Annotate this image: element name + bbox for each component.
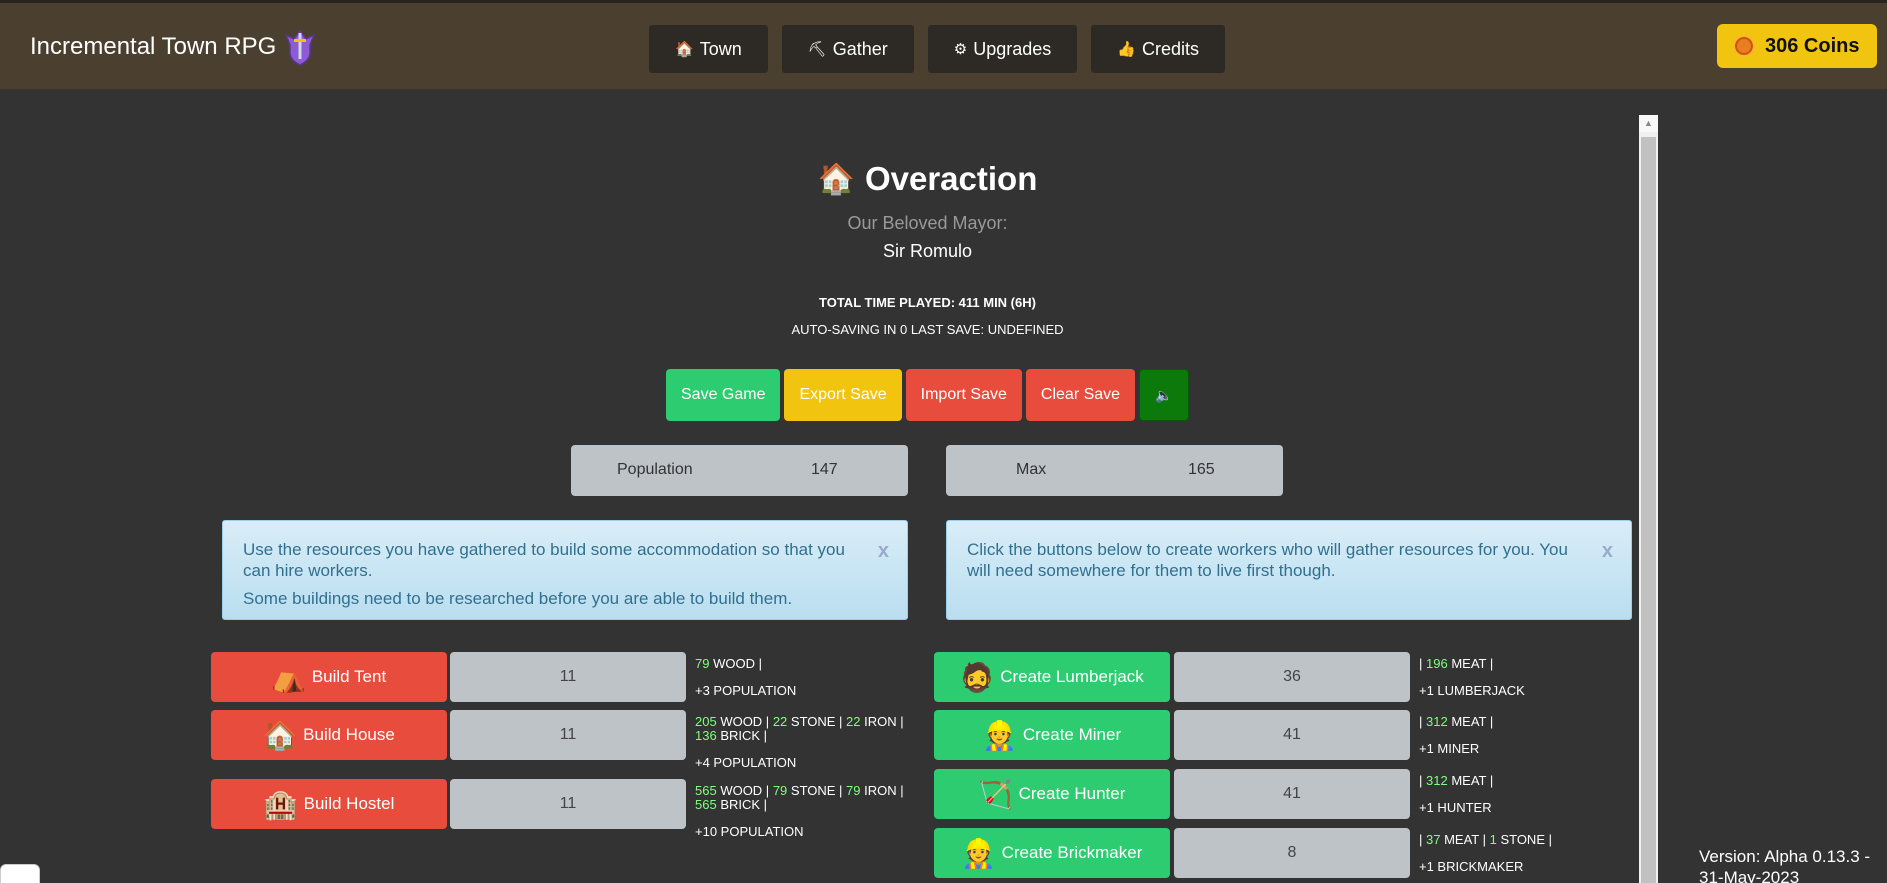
version-text: Version: Alpha 0.13.3 - 31-May-2023: [1699, 847, 1871, 883]
brand[interactable]: Incremental Town RPG: [30, 27, 320, 67]
house-icon: 🏠: [675, 41, 694, 58]
hunter-icon: 🏹: [978, 778, 1014, 810]
sound-toggle-button[interactable]: 🔈: [1139, 369, 1189, 421]
pickaxe-icon: ⛏: [807, 41, 827, 58]
save-game-button[interactable]: Save Game: [666, 369, 781, 421]
coins-badge: 306 Coins: [1717, 24, 1877, 68]
coin-icon: [1733, 35, 1755, 57]
build-tent-button[interactable]: ⛺ Build Tent: [211, 652, 447, 702]
speaker-icon: 🔈: [1155, 386, 1173, 403]
create-hunter-button[interactable]: 🏹 Create Hunter: [934, 769, 1170, 819]
buildings-info-alert: Use the resources you have gathered to b…: [222, 520, 908, 620]
miner-count: 41: [1174, 710, 1410, 760]
population-value: 147: [811, 461, 838, 478]
create-lumberjack-button[interactable]: 🧔 Create Lumberjack: [934, 652, 1170, 702]
scroll-up-arrow-icon[interactable]: ▲: [1639, 115, 1658, 132]
hunter-count: 41: [1174, 769, 1410, 819]
brickmaker-cost: | 37 MEAT | 1 STONE |: [1419, 832, 1552, 847]
hostel-icon: 🏨: [263, 788, 299, 820]
house-count: 11: [450, 710, 686, 760]
close-icon[interactable]: x: [1602, 541, 1613, 562]
house-cost: 205 WOOD | 22 STONE | 22 IRON | 136 BRIC…: [695, 714, 904, 743]
house-icon: 🏠: [262, 719, 298, 751]
corner-widget[interactable]: [0, 864, 40, 883]
house-icon: 🏠: [817, 162, 855, 196]
time-played: TOTAL TIME PLAYED: 411 MIN (6H): [819, 295, 1036, 310]
lumberjack-icon: 🧔: [959, 661, 995, 693]
house-effect: +4 POPULATION: [695, 755, 797, 770]
create-label: Create Miner: [1022, 725, 1122, 744]
hunter-effect: +1 HUNTER: [1419, 800, 1492, 815]
max-population-stat: Max 165: [946, 445, 1283, 496]
workers-info-alert: Click the buttons below to create worker…: [946, 520, 1632, 620]
autosave-status: AUTO-SAVING IN 0 LAST SAVE: UNDEFINED: [791, 322, 1064, 337]
build-house-button[interactable]: 🏠 Build House: [211, 710, 447, 760]
create-label: Create Brickmaker: [1001, 843, 1143, 862]
brickmaker-icon: 👷: [961, 837, 997, 869]
tent-count: 11: [450, 652, 686, 702]
max-value: 165: [1188, 461, 1215, 478]
create-brickmaker-button[interactable]: 👷 Create Brickmaker: [934, 828, 1170, 878]
alert-text: Some buildings need to be researched bef…: [243, 589, 793, 608]
create-label: Create Lumberjack: [1000, 667, 1144, 686]
build-label: Build Hostel: [303, 794, 395, 813]
hostel-effect: +10 POPULATION: [695, 824, 804, 839]
import-save-button[interactable]: Import Save: [905, 369, 1022, 421]
nav-credits-label: Credits: [1141, 38, 1199, 59]
brickmaker-count: 8: [1174, 828, 1410, 878]
population-label: Population: [617, 461, 693, 478]
lumberjack-cost: | 196 MEAT |: [1419, 656, 1494, 671]
clear-save-button[interactable]: Clear Save: [1025, 369, 1136, 421]
create-label: Create Hunter: [1018, 784, 1126, 803]
main-nav: 🏠 Town ⛏ Gather ⚙ Upgrades 👍 Credits: [649, 25, 1225, 73]
brand-title: Incremental Town RPG: [30, 33, 277, 60]
save-controls: Save Game Export Save Import Save Clear …: [666, 369, 1189, 421]
miner-icon: 👷: [982, 719, 1018, 751]
alert-text: Click the buttons below to create worker…: [967, 540, 1568, 580]
mayor-name: Sir Romulo: [882, 241, 973, 261]
mayor-label: Our Beloved Mayor:: [847, 213, 1008, 233]
nav-town[interactable]: 🏠 Town: [649, 25, 768, 73]
hunter-cost: | 312 MEAT |: [1419, 773, 1494, 788]
lumberjack-effect: +1 LUMBERJACK: [1419, 683, 1525, 698]
nav-upgrades-label: Upgrades: [973, 38, 1052, 59]
miner-effect: +1 MINER: [1419, 741, 1480, 756]
thumbs-up-icon: 👍: [1117, 41, 1136, 58]
build-label: Build House: [303, 725, 395, 744]
gear-icon: ⚙: [953, 41, 968, 58]
population-stat: Population 147: [571, 445, 908, 496]
top-navbar: Incremental Town RPG 🏠 Town ⛏ Gather ⚙ Upgr…: [0, 0, 1887, 89]
nav-gather[interactable]: ⛏ Gather: [781, 25, 914, 73]
brickmaker-effect: +1 BRICKMAKER: [1419, 859, 1524, 874]
tent-icon: ⛺: [271, 661, 307, 693]
town-title: 🏠 Overaction: [0, 160, 1855, 198]
build-hostel-button[interactable]: 🏨 Build Hostel: [211, 779, 447, 829]
hostel-count: 11: [450, 779, 686, 829]
alert-text: Use the resources you have gathered to b…: [243, 540, 845, 580]
tent-cost: 79 WOOD |: [695, 656, 762, 671]
nav-upgrades[interactable]: ⚙ Upgrades: [927, 25, 1078, 73]
miner-cost: | 312 MEAT |: [1419, 714, 1494, 729]
close-icon[interactable]: x: [878, 541, 889, 562]
town-name: Overaction: [864, 160, 1038, 197]
create-miner-button[interactable]: 👷 Create Miner: [934, 710, 1170, 760]
max-label: Max: [1016, 461, 1047, 478]
nav-town-label: Town: [699, 38, 742, 59]
coins-value: 306 Coins: [1765, 34, 1860, 57]
lumberjack-count: 36: [1174, 652, 1410, 702]
nav-gather-label: Gather: [832, 38, 888, 59]
shield-sword-logo-icon: [284, 29, 316, 66]
hostel-cost: 565 WOOD | 79 STONE | 79 IRON | 565 BRIC…: [695, 783, 904, 812]
export-save-button[interactable]: Export Save: [784, 369, 902, 421]
build-label: Build Tent: [311, 667, 387, 686]
tent-effect: +3 POPULATION: [695, 683, 797, 698]
nav-credits[interactable]: 👍 Credits: [1091, 25, 1225, 73]
